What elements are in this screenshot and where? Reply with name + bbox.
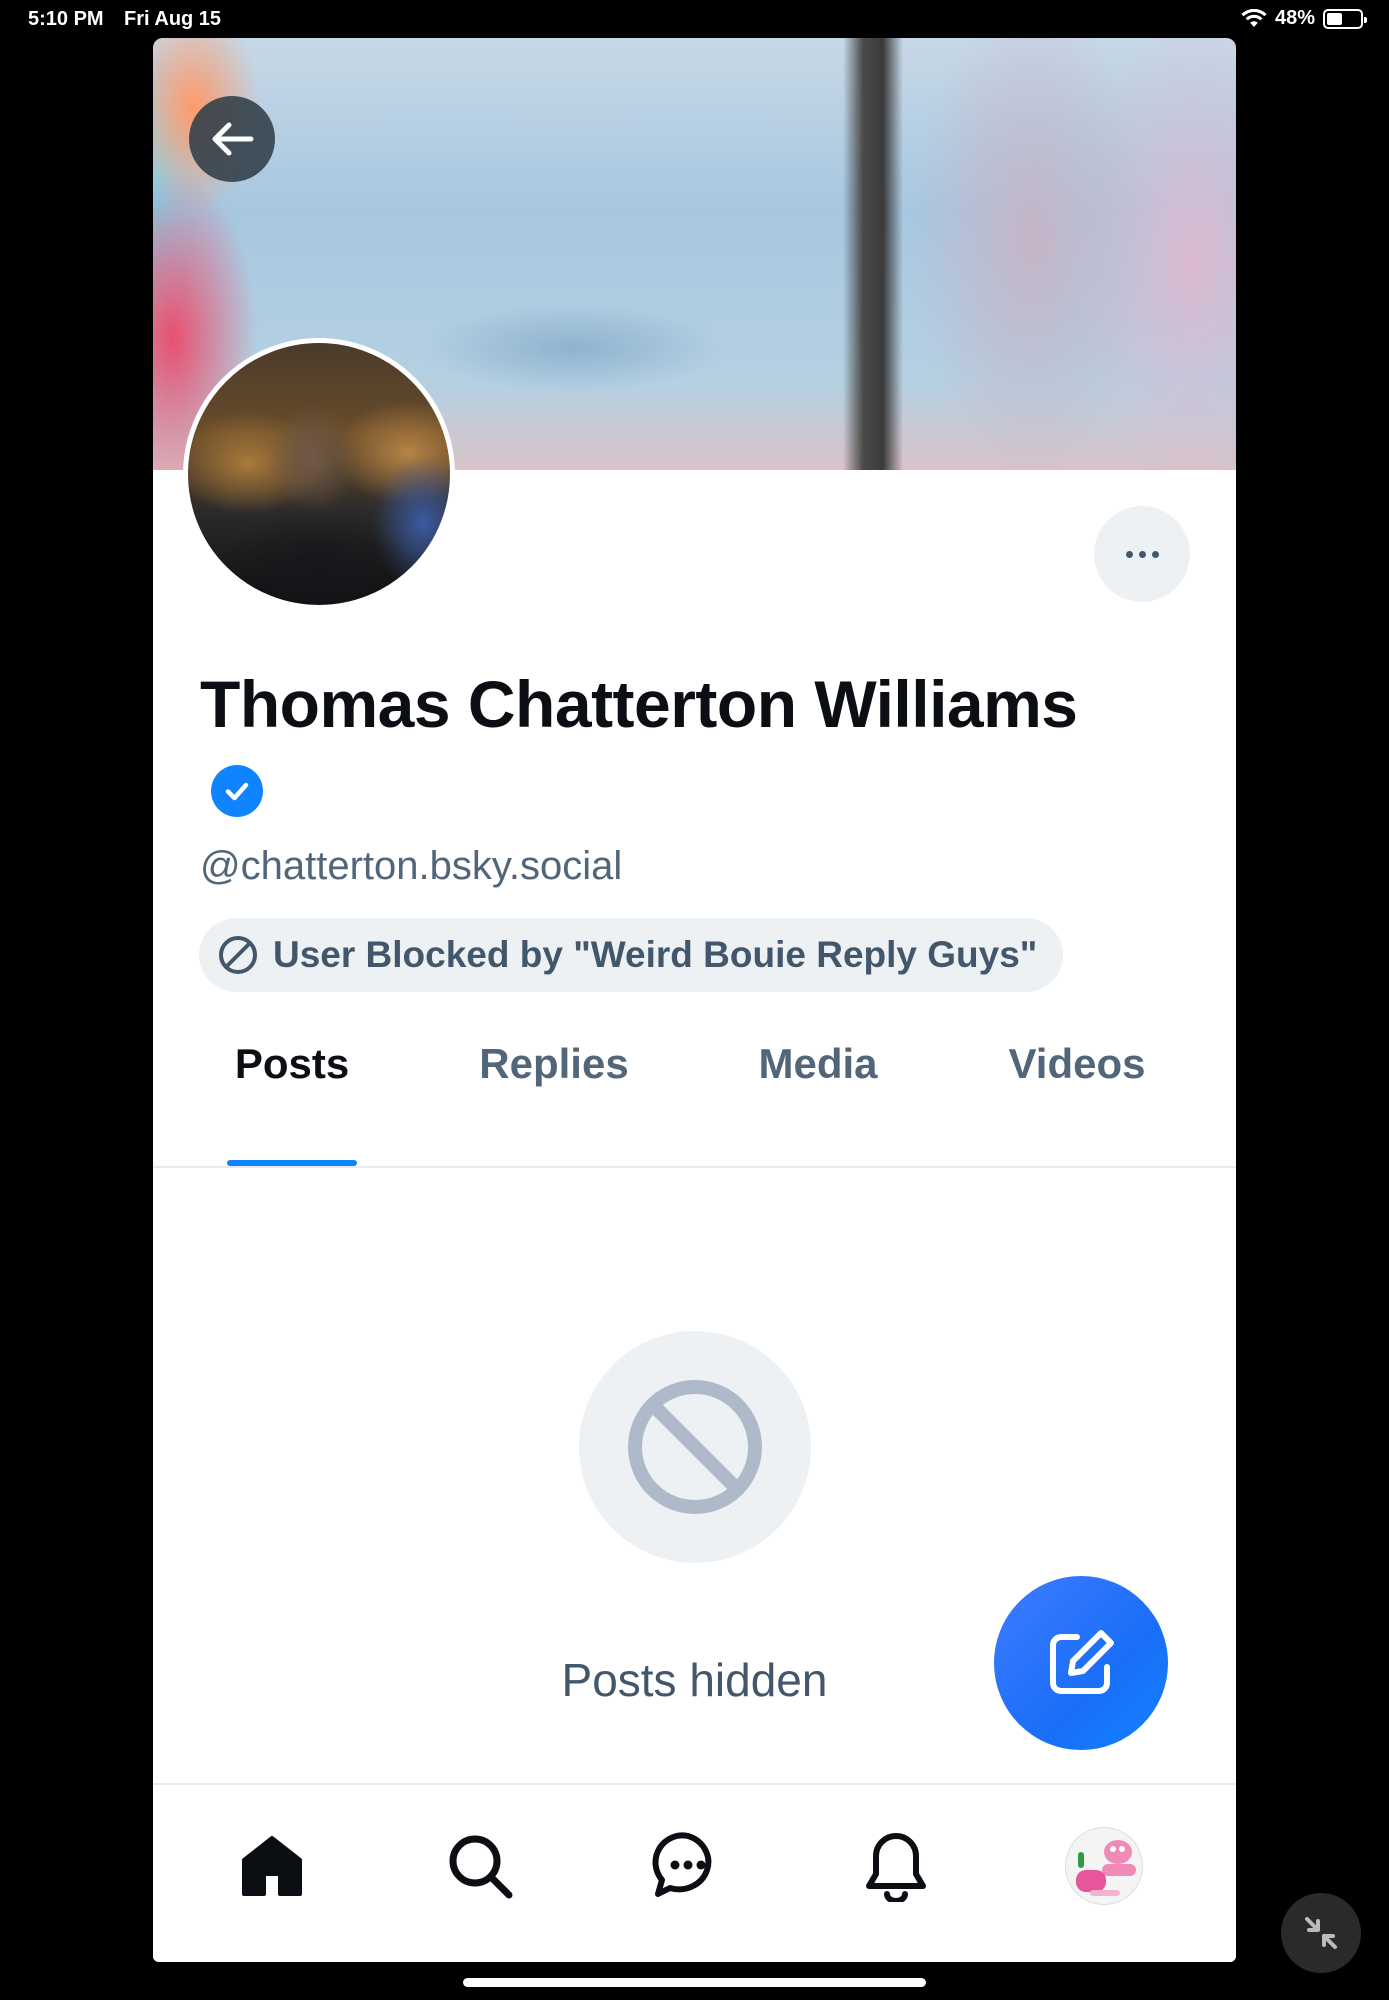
battery-level-fill [1327, 12, 1343, 25]
nav-chat[interactable] [643, 1821, 733, 1911]
ellipsis-dot [1138, 550, 1146, 558]
status-date: Fri Aug 15 [124, 8, 222, 30]
nav-home[interactable] [227, 1821, 317, 1911]
back-button[interactable] [189, 96, 275, 182]
tab-replies[interactable]: Replies [451, 1028, 657, 1166]
nav-notifications[interactable] [851, 1821, 941, 1911]
battery-percent: 48% [1274, 7, 1315, 29]
battery-icon [1323, 8, 1367, 29]
battery-cap [1364, 16, 1367, 23]
more-options-button[interactable] [1094, 506, 1190, 602]
blocked-icon [219, 936, 257, 974]
status-indicators: 48% [1241, 7, 1367, 30]
compose-post-button[interactable] [994, 1576, 1168, 1750]
nav-search[interactable] [435, 1821, 525, 1911]
verified-badge-icon[interactable] [211, 765, 263, 817]
collapse-arrows-icon [1305, 1917, 1337, 1949]
compose-icon [1050, 1630, 1114, 1694]
status-bar: 5:10 PM Fri Aug 15 48% [0, 0, 1389, 38]
ipad-screen: 5:10 PM Fri Aug 15 48% Thomas Chatterton… [0, 0, 1389, 2000]
ellipsis-dot [1151, 550, 1159, 558]
avatar-illustration [1076, 1840, 1136, 1896]
blocked-circle-icon [628, 1380, 762, 1514]
blocked-label-pill[interactable]: User Blocked by "Weird Bouie Reply Guys" [199, 918, 1064, 992]
status-time: 5:10 PM [28, 8, 104, 30]
tab-posts[interactable]: Posts [207, 1028, 377, 1166]
tab-media[interactable]: Media [723, 1028, 913, 1166]
profile-avatar-small [1065, 1827, 1143, 1905]
wifi-icon [1241, 8, 1267, 27]
tab-label: Videos [1008, 1040, 1146, 1087]
display-name: Thomas Chatterton Williams [200, 667, 1078, 741]
profile-handle: @chatterton.bsky.social [200, 844, 623, 888]
ellipsis-dot [1125, 550, 1133, 558]
search-icon [449, 1835, 513, 1899]
bell-icon [866, 1833, 926, 1902]
bottom-navigation [153, 1783, 1236, 1962]
blocked-label-text: User Blocked by "Weird Bouie Reply Guys" [273, 934, 1038, 975]
collapse-window-button[interactable] [1281, 1893, 1361, 1973]
app-window: Thomas Chatterton Williams @chatterton.b… [153, 38, 1236, 1962]
checkmark-icon [225, 782, 249, 801]
tab-label: Media [758, 1040, 878, 1087]
profile-tabs: Posts Replies Media Videos [153, 1028, 1236, 1168]
nav-profile[interactable] [1059, 1821, 1149, 1911]
chat-icon [652, 1832, 712, 1897]
profile-avatar[interactable] [183, 338, 455, 610]
home-indicator[interactable] [463, 1978, 926, 1987]
posts-hidden-icon-circle [579, 1331, 811, 1563]
tab-videos[interactable]: Videos [977, 1028, 1177, 1166]
arrow-left-icon [212, 122, 254, 156]
home-icon [242, 1836, 302, 1896]
active-tab-indicator [227, 1160, 357, 1166]
tab-label: Posts [234, 1040, 350, 1087]
tab-label: Replies [479, 1040, 629, 1087]
